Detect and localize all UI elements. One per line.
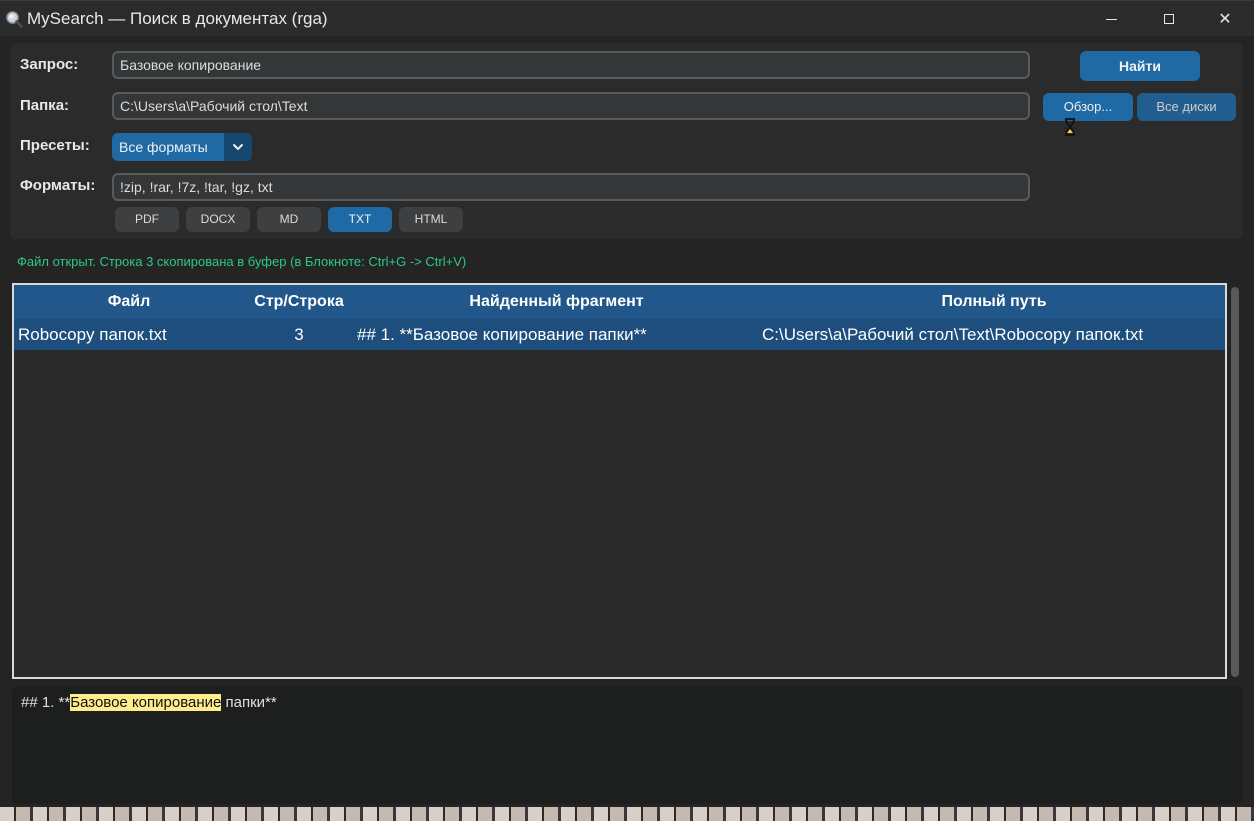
status-message: Файл открыт. Строка 3 скопирована в буфе…	[17, 254, 467, 269]
results-scrollbar[interactable]	[1231, 287, 1239, 677]
window-title: MySearch — Поиск в документах (rga)	[27, 9, 328, 28]
query-label: Запрос:	[20, 56, 79, 73]
format-chip-txt[interactable]: TXT	[328, 207, 392, 232]
results-table: Файл Стр/Строка Найденный фрагмент Полны…	[12, 283, 1227, 679]
title-bar[interactable]: MySearch — Поиск в документах (rga) ✕	[0, 0, 1254, 36]
maximize-button[interactable]	[1140, 1, 1198, 37]
format-chip-docx[interactable]: DOCX	[186, 207, 250, 232]
table-row[interactable]: Robocopy папок.txt 3 ## 1. **Базовое коп…	[14, 319, 1225, 350]
format-chip-md[interactable]: MD	[257, 207, 321, 232]
folder-input[interactable]	[112, 92, 1030, 120]
preview-text: ## 1. **Базовое копирование папки**	[21, 693, 277, 712]
app-window: MySearch — Поиск в документах (rga) ✕ За…	[0, 0, 1254, 807]
preview-highlight: Базовое копирование	[70, 694, 222, 711]
query-input[interactable]	[112, 51, 1030, 79]
cell-line: 3	[294, 325, 304, 344]
folder-label: Папка:	[20, 97, 70, 114]
browse-button[interactable]: Обзор...	[1043, 93, 1133, 121]
preview-text-before: ## 1. **	[21, 694, 71, 711]
desktop-background	[0, 807, 1254, 821]
chevron-down-icon	[233, 144, 243, 150]
preset-dropdown[interactable]: Все форматы	[112, 133, 252, 161]
column-header-line[interactable]: Стр/Строка	[234, 285, 364, 319]
minimize-button[interactable]	[1082, 1, 1140, 37]
preset-dropdown-toggle[interactable]	[224, 133, 252, 161]
presets-label: Пресеты:	[20, 137, 90, 154]
find-button[interactable]: Найти	[1080, 51, 1200, 81]
format-chip-html[interactable]: HTML	[399, 207, 463, 232]
magnifier-icon	[6, 11, 23, 28]
preset-selected-value: Все форматы	[119, 139, 208, 155]
column-header-fragment[interactable]: Найденный фрагмент	[394, 285, 719, 319]
column-header-path[interactable]: Полный путь	[794, 285, 1194, 319]
maximize-icon	[1164, 14, 1174, 24]
column-header-file[interactable]: Файл	[54, 285, 204, 319]
format-chip-pdf[interactable]: PDF	[115, 207, 179, 232]
cell-fragment: ## 1. **Базовое копирование папки**	[357, 325, 647, 344]
cell-path: C:\Users\a\Рабочий стол\Text\Robocopy па…	[762, 325, 1144, 344]
close-icon: ✕	[1218, 11, 1232, 28]
cell-file: Robocopy папок.txt	[18, 325, 167, 344]
table-header: Файл Стр/Строка Найденный фрагмент Полны…	[14, 285, 1225, 319]
minimize-icon	[1105, 18, 1117, 20]
busy-cursor-icon	[1065, 118, 1075, 136]
all-disks-button[interactable]: Все диски	[1137, 93, 1236, 121]
preview-pane[interactable]: ## 1. **Базовое копирование папки**	[12, 686, 1243, 804]
preview-text-after: папки**	[221, 694, 277, 711]
close-button[interactable]: ✕	[1196, 1, 1254, 37]
formats-input[interactable]	[112, 173, 1030, 201]
formats-label: Форматы:	[20, 177, 96, 194]
